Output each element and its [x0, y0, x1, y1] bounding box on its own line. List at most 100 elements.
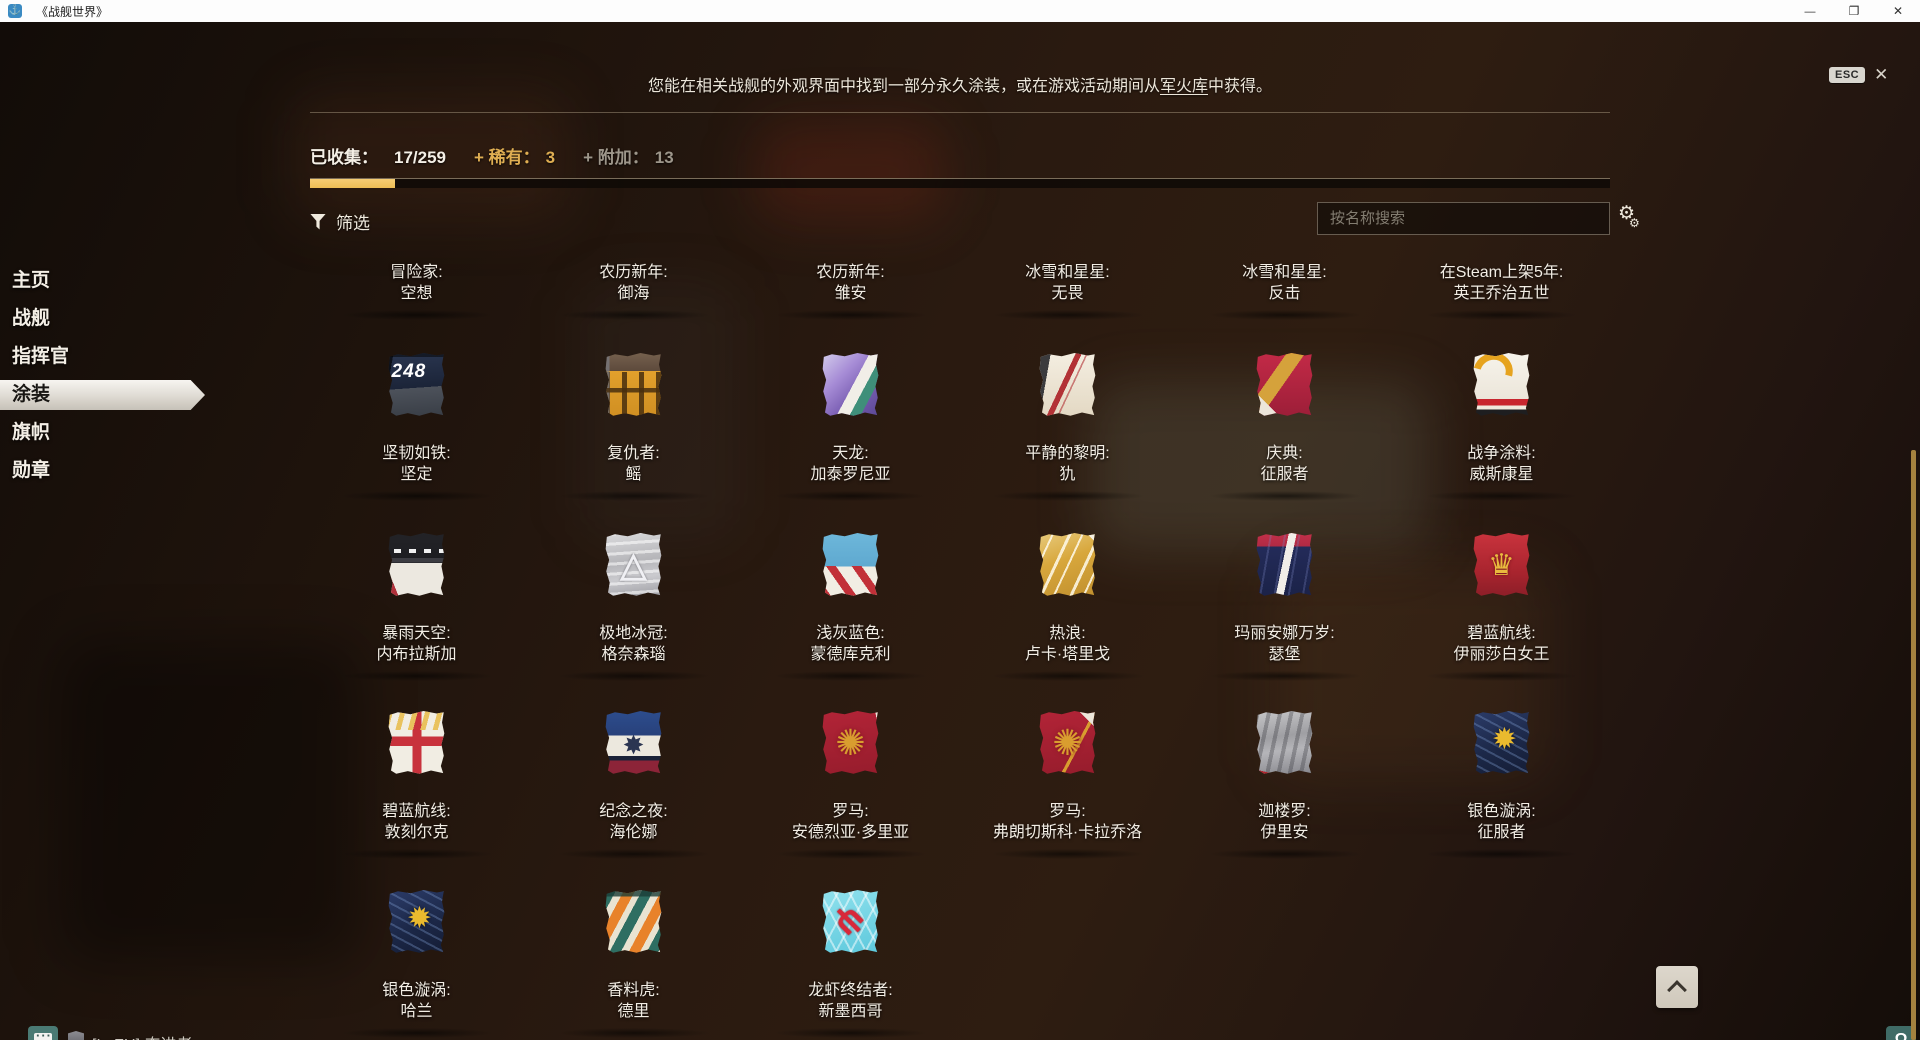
camo-pattern-glyph [1473, 711, 1531, 775]
camo-item[interactable]: 暴雨天空:内布拉斯加 [308, 533, 525, 681]
tile-shadow [776, 849, 926, 859]
camo-swatch-icon [822, 890, 880, 954]
tile-shadow [342, 849, 492, 859]
restore-button[interactable] [1832, 0, 1876, 22]
sidebar-item-4[interactable]: 涂装 [0, 380, 205, 410]
camo-item-label: 龙虾终结者:新墨西哥 [808, 980, 892, 1022]
sidebar-item-1[interactable]: 主页 [12, 266, 210, 296]
tile-shadow [993, 671, 1143, 681]
camo-item[interactable]: 庆典:征服者 [1176, 353, 1393, 501]
camo-item[interactable]: 龙虾终结者:新墨西哥 [742, 890, 959, 1038]
camo-pattern-glyph [822, 711, 880, 775]
camo-swatch-icon [1039, 533, 1097, 597]
camo-item[interactable]: 冰雪和星星:反击 [1176, 262, 1393, 320]
camo-item[interactable]: 碧蓝航线:伊丽莎白女王 [1393, 533, 1610, 681]
close-button[interactable] [1876, 0, 1920, 22]
camo-swatch-icon [605, 353, 663, 417]
chat-icon[interactable] [28, 1026, 58, 1040]
camo-grid-row-4: 碧蓝航线:敦刻尔克纪念之夜:海伦娜 罗马:安德烈亚·多里亚罗马:弗朗切斯科·卡拉乔… [308, 711, 1610, 859]
tile-shadow [559, 1028, 709, 1038]
camo-pattern-glyph [822, 533, 880, 597]
camo-item[interactable]: 银色漩涡:哈兰 [308, 890, 525, 1038]
camo-number-text: 248 [392, 361, 427, 383]
camo-item[interactable]: 极地冰冠:格奈森瑙 [525, 533, 742, 681]
camo-item-label: 战争涂料:威斯康星 [1467, 443, 1535, 485]
camo-item[interactable]: 冒险家:空想 [308, 262, 525, 320]
camo-item[interactable]: 农历新年:御海 [525, 262, 742, 320]
camo-pattern-glyph [1039, 711, 1097, 775]
os-titlebar: ⚓ 《战舰世界》 [0, 0, 1920, 22]
tile-shadow [1427, 671, 1577, 681]
tile-shadow [993, 310, 1143, 320]
camo-item[interactable]: 罗马:弗朗切斯科·卡拉乔洛 [959, 711, 1176, 859]
sidebar-item-5[interactable]: 旗帜 [12, 418, 210, 448]
camo-pattern-glyph [1256, 533, 1314, 597]
tile-shadow [1427, 310, 1577, 320]
camo-item[interactable]: 纪念之夜:海伦娜 [525, 711, 742, 859]
camo-swatch-icon [605, 890, 663, 954]
tile-shadow [1210, 671, 1360, 681]
camo-item[interactable]: 248 坚韧如铁:坚定 [308, 353, 525, 501]
tile-shadow [342, 671, 492, 681]
sidebar-item-2[interactable]: 战舰 [12, 304, 210, 334]
camo-item[interactable]: 天龙:加泰罗尼亚 [742, 353, 959, 501]
camo-item-label: 迦楼罗:伊里安 [1258, 801, 1310, 843]
camo-item-label: 银色漩涡:征服者 [1467, 801, 1535, 843]
settings-gear-icon[interactable]: ⚙⚙ [1618, 204, 1646, 234]
camo-pattern-glyph [822, 890, 880, 954]
camo-item[interactable]: 复仇者:鳐 [525, 353, 742, 501]
camo-grid: 冒险家:空想农历新年:御海 农历新年:雏安 冰雪和星星:无畏 冰雪和星星:反击在Ste… [308, 22, 1610, 1040]
tile-shadow [776, 491, 926, 501]
camo-item[interactable]: 银色漩涡:征服者 [1393, 711, 1610, 859]
camo-item-label: 极地冰冠:格奈森瑙 [599, 623, 667, 665]
camo-item[interactable]: 迦楼罗:伊里安 [1176, 711, 1393, 859]
camo-pattern-glyph [388, 533, 446, 597]
close-overlay-icon[interactable]: ✕ [1874, 66, 1888, 83]
sidebar-item-6[interactable]: 勋章 [12, 456, 210, 486]
camo-item-label: 香料虎:德里 [607, 980, 659, 1022]
sidebar-item-3[interactable]: 指挥官 [12, 342, 210, 372]
camo-item-label: 纪念之夜:海伦娜 [599, 801, 667, 843]
camo-pattern-glyph [605, 711, 663, 775]
camo-pattern-glyph [1473, 533, 1531, 597]
camo-item[interactable]: 香料虎:德里 [525, 890, 742, 1038]
camo-item-label: 冰雪和星星:无畏 [1025, 262, 1109, 304]
camo-item[interactable]: 冰雪和星星:无畏 [959, 262, 1176, 320]
player-tag: [L_ZU] 奋进者 [92, 1031, 192, 1040]
scroll-to-top-button[interactable] [1656, 966, 1698, 1008]
camo-item[interactable]: 战争涂料:威斯康星 [1393, 353, 1610, 501]
minimize-button[interactable] [1788, 0, 1832, 22]
camo-item[interactable]: 农历新年:雏安 [742, 262, 959, 320]
camo-item[interactable]: 浅灰蓝色:蒙德库克利 [742, 533, 959, 681]
camo-item[interactable]: 碧蓝航线:敦刻尔克 [308, 711, 525, 859]
camo-grid-row-2: 248 坚韧如铁:坚定 复仇者:鳐 天龙:加泰罗尼亚 平静的黎明:犰 庆典:征服者战争涂料… [308, 353, 1610, 501]
camo-swatch-icon [1473, 533, 1531, 597]
camo-item[interactable]: 热浪:卢卡·塔里戈 [959, 533, 1176, 681]
camo-item[interactable]: 玛丽安娜万岁:瑟堡 [1176, 533, 1393, 681]
camo-item-label: 玛丽安娜万岁:瑟堡 [1234, 623, 1334, 665]
tile-shadow [993, 491, 1143, 501]
camo-item-label: 银色漩涡:哈兰 [382, 980, 450, 1022]
tile-shadow [1210, 310, 1360, 320]
vertical-scrollbar[interactable] [1911, 450, 1916, 1040]
camo-item-label: 农历新年:雏安 [816, 262, 884, 304]
camo-swatch-icon [1256, 353, 1314, 417]
camo-item-label: 复仇者:鳐 [607, 443, 659, 485]
game-stage: 您能在相关战舰的外观界面中找到一部分永久涂装，或在游戏活动期间从军火库中获得。 … [0, 22, 1920, 1040]
camo-item-label: 平静的黎明:犰 [1025, 443, 1109, 485]
camo-item[interactable]: 在Steam上架5年:英王乔治五世 [1393, 262, 1610, 320]
camo-pattern-glyph [1039, 353, 1097, 417]
camo-item[interactable]: 平静的黎明:犰 [959, 353, 1176, 501]
tile-shadow [559, 310, 709, 320]
camo-item-label: 暴雨天空:内布拉斯加 [376, 623, 456, 665]
camo-grid-row-5: 银色漩涡:哈兰 香料虎:德里 龙虾终结者:新墨西哥 [308, 890, 1610, 1038]
camo-item-label: 坚韧如铁:坚定 [382, 443, 450, 485]
camo-pattern-glyph [605, 353, 663, 417]
camo-swatch-icon [1473, 711, 1531, 775]
camo-swatch-icon [1039, 711, 1097, 775]
camo-pattern-glyph [1256, 711, 1314, 775]
camo-pattern-glyph [822, 353, 880, 417]
camo-item[interactable]: 罗马:安德烈亚·多里亚 [742, 711, 959, 859]
camo-swatch-icon: 248 [388, 353, 446, 417]
camo-item-label: 天龙:加泰罗尼亚 [810, 443, 890, 485]
